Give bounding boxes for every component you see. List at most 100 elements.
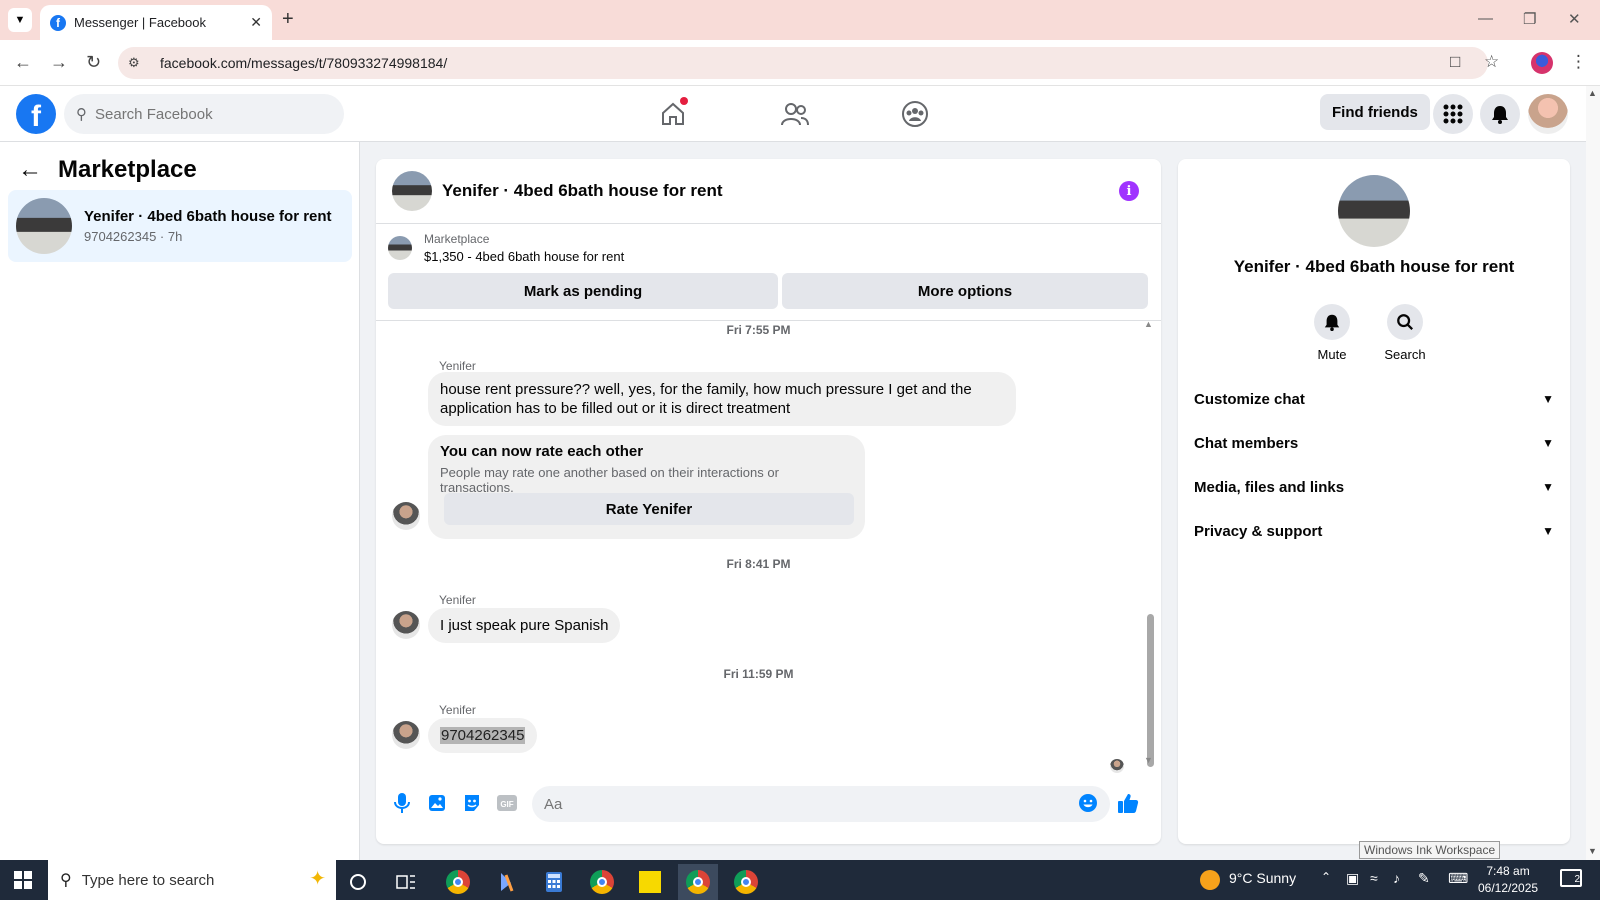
search-icon: ⚲ bbox=[76, 106, 87, 123]
meet-now-icon[interactable]: ▣ bbox=[1346, 870, 1359, 887]
cortana-icon[interactable] bbox=[338, 864, 378, 900]
back-arrow-icon[interactable]: ← bbox=[18, 156, 42, 184]
mute-label: Mute bbox=[1317, 347, 1347, 362]
message-bubble[interactable]: 9704262345 bbox=[428, 718, 538, 753]
scroll-up-arrow-icon[interactable]: ▲ bbox=[1144, 319, 1153, 329]
customize-chat-section[interactable]: Customize chat ▼ bbox=[1194, 377, 1554, 421]
sticky-notes-icon[interactable] bbox=[630, 864, 670, 900]
selected-phone-text[interactable]: 9704262345 bbox=[440, 727, 526, 744]
chrome-taskbar-icon-active[interactable] bbox=[678, 864, 718, 900]
message-input[interactable] bbox=[532, 786, 1110, 822]
more-options-button[interactable]: More options bbox=[782, 273, 1148, 309]
rate-card: You can now rate each other People may r… bbox=[428, 435, 865, 539]
taskbar-search[interactable]: ⚲ Type here to search ✦ bbox=[48, 860, 336, 900]
browser-menu-icon[interactable]: ⋮ bbox=[1570, 52, 1587, 72]
facebook-search-input[interactable] bbox=[95, 105, 315, 123]
chat-title[interactable]: Yenifer · 4bed 6bath house for rent bbox=[442, 181, 723, 201]
friends-nav-icon[interactable] bbox=[775, 96, 815, 132]
marketplace-label: Marketplace bbox=[424, 232, 490, 246]
info-icon[interactable]: i bbox=[1119, 181, 1139, 201]
emoji-icon[interactable] bbox=[1076, 791, 1100, 815]
sender-avatar[interactable] bbox=[392, 611, 420, 639]
profile-name: Yenifer · 4bed 6bath house for rent bbox=[1233, 257, 1515, 276]
thumbs-up-icon[interactable] bbox=[1116, 791, 1140, 815]
sender-avatar[interactable] bbox=[392, 502, 420, 530]
microphone-icon[interactable] bbox=[390, 791, 414, 815]
chat-scrollbar[interactable] bbox=[1147, 614, 1154, 767]
bookmark-star-icon[interactable]: ☆ bbox=[1484, 52, 1499, 72]
conversation-item[interactable]: Yenifer · 4bed 6bath house for rent 9704… bbox=[8, 190, 352, 262]
windows-start-icon[interactable] bbox=[14, 871, 32, 889]
close-tab-icon[interactable]: ✕ bbox=[250, 14, 262, 31]
calculator-icon[interactable] bbox=[534, 864, 574, 900]
facebook-header: f ⚲ Find friends bbox=[0, 86, 1586, 142]
search-label: Search bbox=[1384, 347, 1426, 362]
system-clock[interactable]: 7:48 am 06/12/2025 bbox=[1478, 863, 1538, 897]
chrome-taskbar-icon[interactable] bbox=[726, 864, 766, 900]
sender-avatar[interactable] bbox=[392, 721, 420, 749]
mute-action[interactable]: Mute bbox=[1302, 304, 1362, 362]
keyboard-icon[interactable]: ⌨ bbox=[1448, 870, 1468, 887]
listing-avatar bbox=[16, 198, 72, 254]
browser-profile-avatar[interactable] bbox=[1531, 52, 1553, 74]
page-scrollbar[interactable]: ▲ ▼ bbox=[1586, 86, 1600, 860]
scroll-down-arrow-icon[interactable]: ▼ bbox=[1144, 755, 1153, 765]
new-tab-button[interactable]: + bbox=[282, 8, 294, 31]
forward-arrow-icon[interactable]: → bbox=[50, 52, 68, 73]
find-friends-button[interactable]: Find friends bbox=[1320, 94, 1430, 130]
chrome-taskbar-icon[interactable] bbox=[438, 864, 478, 900]
account-avatar[interactable] bbox=[1528, 94, 1568, 134]
install-app-icon[interactable]: □ bbox=[1450, 52, 1460, 72]
search-action[interactable]: Search bbox=[1375, 304, 1435, 362]
search-icon: ⚲ bbox=[60, 872, 72, 889]
back-arrow-icon[interactable]: ← bbox=[14, 52, 32, 73]
message-composer: GIF bbox=[376, 779, 1161, 829]
weather-text[interactable]: 9°C Sunny bbox=[1229, 870, 1296, 886]
facebook-search[interactable]: ⚲ bbox=[64, 94, 344, 134]
window-close-button[interactable]: ✕ bbox=[1568, 10, 1581, 28]
sender-name: Yenifer bbox=[439, 593, 476, 607]
sticker-icon[interactable] bbox=[460, 791, 484, 815]
sender-name: Yenifer bbox=[439, 359, 476, 373]
pen-workspace-icon[interactable]: ✎ bbox=[1418, 870, 1430, 887]
svg-text:GIF: GIF bbox=[500, 800, 513, 809]
notifications-bell-icon[interactable] bbox=[1480, 94, 1520, 134]
gif-icon[interactable]: GIF bbox=[495, 791, 519, 815]
mark-as-pending-button[interactable]: Mark as pending bbox=[388, 273, 778, 309]
site-info-icon[interactable]: ⚙ bbox=[128, 55, 148, 71]
address-bar[interactable]: ⚙ facebook.com/messages/t/78093327499818… bbox=[118, 47, 1488, 79]
app-taskbar-icon[interactable] bbox=[486, 864, 526, 900]
chrome-taskbar-icon[interactable] bbox=[582, 864, 622, 900]
scroll-down-arrow-icon[interactable]: ▼ bbox=[1588, 846, 1597, 856]
message-timestamp: Fri 11:59 PM bbox=[723, 667, 794, 681]
notification-center-icon[interactable]: 2 bbox=[1560, 869, 1582, 887]
profile-avatar[interactable] bbox=[1338, 175, 1410, 247]
chat-header-avatar[interactable] bbox=[392, 171, 432, 211]
search-icon[interactable] bbox=[1387, 304, 1423, 340]
tab-list-button[interactable]: ▼ bbox=[8, 8, 32, 32]
restore-button[interactable]: ❐ bbox=[1523, 10, 1536, 28]
browser-tab[interactable]: f Messenger | Facebook ✕ bbox=[40, 5, 272, 40]
menu-grid-icon[interactable] bbox=[1433, 94, 1473, 134]
facebook-logo-icon[interactable]: f bbox=[16, 94, 56, 134]
read-receipt-avatar bbox=[1110, 759, 1124, 773]
marketplace-listing-strip[interactable]: Marketplace $1,350 - 4bed 6bath house fo… bbox=[388, 232, 624, 264]
wifi-icon[interactable]: ≈ bbox=[1370, 870, 1378, 886]
message-bubble[interactable]: house rent pressure?? well, yes, for the… bbox=[428, 372, 1016, 426]
photo-attach-icon[interactable] bbox=[425, 791, 449, 815]
url-text: facebook.com/messages/t/780933274998184/ bbox=[160, 55, 448, 71]
media-files-section[interactable]: Media, files and links ▼ bbox=[1194, 465, 1554, 509]
rate-seller-button[interactable]: Rate Yenifer bbox=[444, 493, 854, 525]
chat-members-section[interactable]: Chat members ▼ bbox=[1194, 421, 1554, 465]
groups-nav-icon[interactable] bbox=[895, 96, 935, 132]
privacy-support-section[interactable]: Privacy & support ▼ bbox=[1194, 509, 1554, 553]
chevron-up-icon[interactable]: ⌃ bbox=[1321, 870, 1331, 884]
reload-icon[interactable]: ↻ bbox=[86, 52, 101, 73]
minimize-button[interactable]: — bbox=[1478, 10, 1493, 27]
message-bubble[interactable]: I just speak pure Spanish bbox=[428, 608, 621, 643]
listing-price-title: $1,350 - 4bed 6bath house for rent bbox=[424, 249, 625, 264]
task-view-icon[interactable] bbox=[386, 864, 426, 900]
scroll-up-arrow-icon[interactable]: ▲ bbox=[1588, 88, 1597, 98]
bell-icon[interactable] bbox=[1314, 304, 1350, 340]
volume-icon[interactable]: ♪ bbox=[1393, 870, 1400, 886]
